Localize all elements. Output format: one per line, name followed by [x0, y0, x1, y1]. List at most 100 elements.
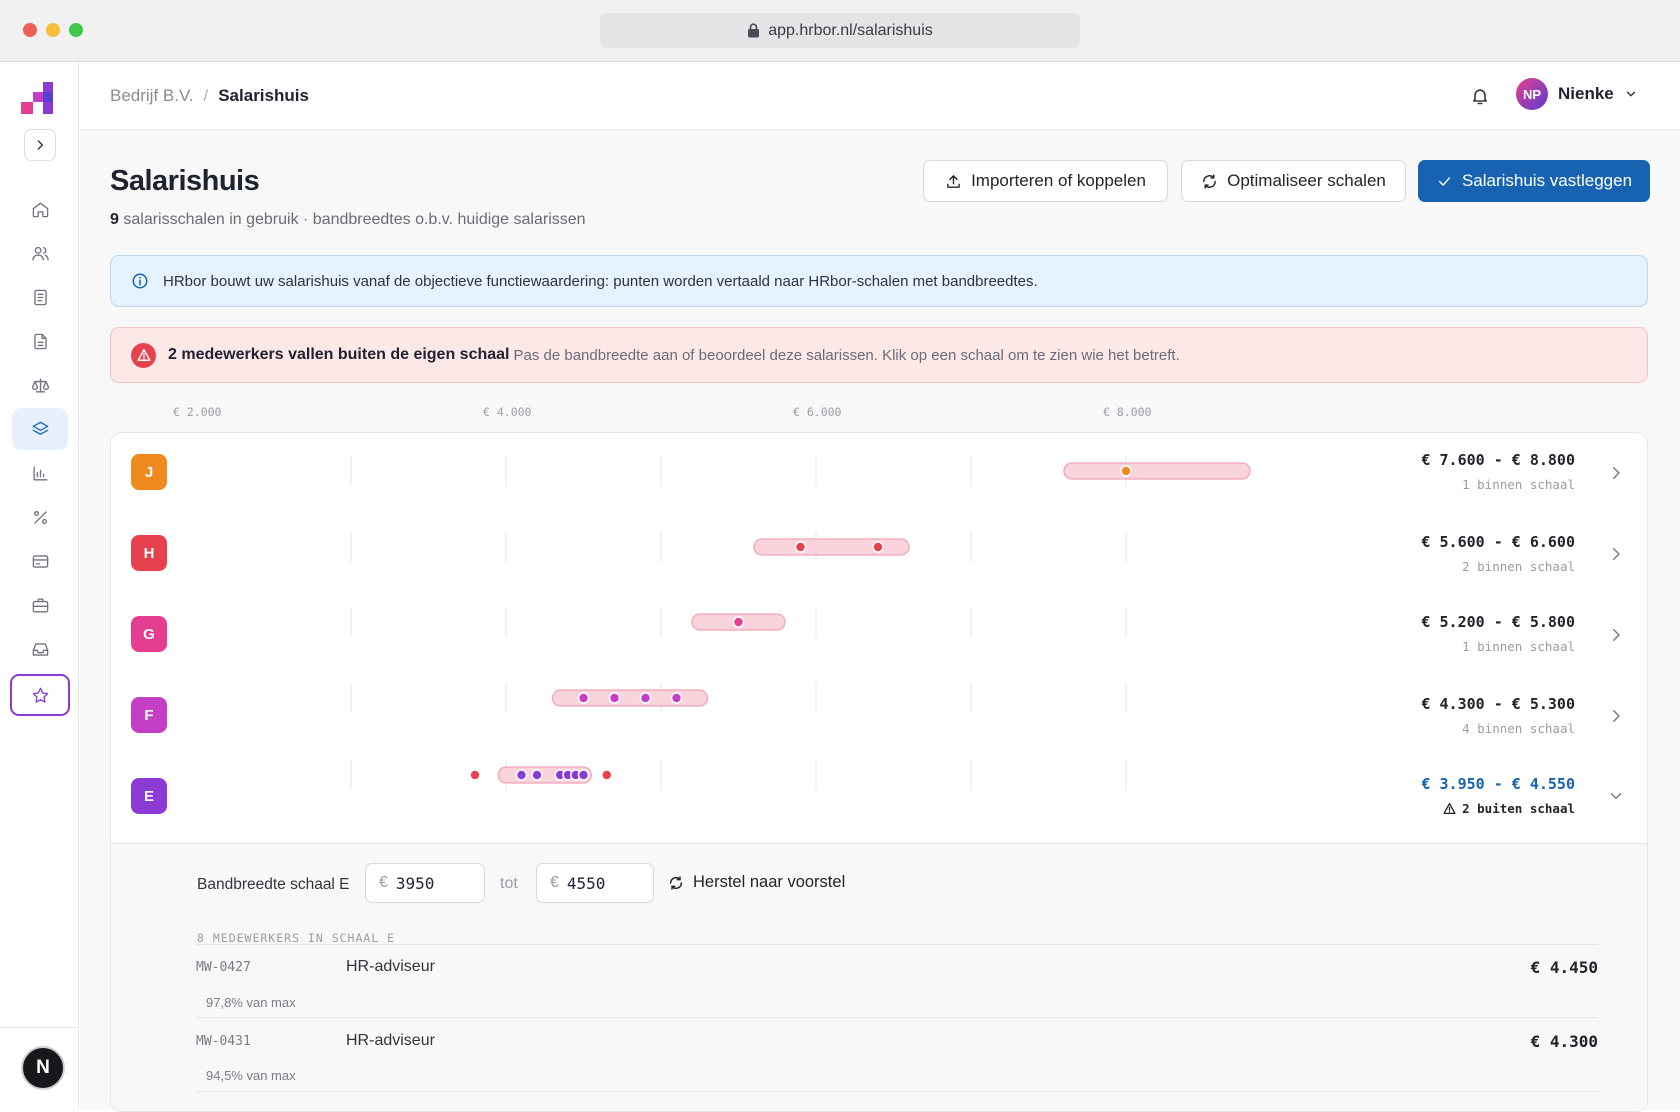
scale-status: 4 binnen schaal [1462, 721, 1575, 736]
reset-button[interactable]: Herstel naar voorstel [668, 873, 845, 892]
bar-chart-icon [32, 465, 48, 481]
browser-titlebar: app.hrbor.nl/salarishuis [0, 0, 1680, 62]
chevron-right-icon[interactable] [1607, 707, 1625, 725]
percent-icon [33, 510, 47, 524]
expand-sidebar-button[interactable] [24, 129, 56, 161]
commit-button[interactable]: Salarishuis vastleggen [1418, 160, 1650, 202]
nav-favorites[interactable] [10, 674, 70, 716]
to-label: tot [500, 875, 518, 892]
refresh-icon [669, 875, 683, 890]
import-label: Importeren of koppelen [971, 171, 1146, 190]
bandwidth-label: Bandbreedte schaal E [197, 876, 350, 893]
bell-icon[interactable] [1470, 86, 1490, 106]
check-icon [1438, 176, 1451, 186]
star-icon [32, 687, 48, 703]
reset-label: Herstel naar voorstel [693, 873, 846, 891]
chevron-right-icon[interactable] [1607, 626, 1625, 644]
lock-icon [748, 23, 760, 38]
max-salary-value: 4550 [566, 873, 606, 893]
scale-name: G [143, 625, 155, 643]
scale-range-label: € 5.600 - € 6.600 [1421, 533, 1575, 551]
chevron-right-icon [37, 140, 44, 150]
user-avatar: NP [1516, 78, 1548, 110]
alert-text: Pas de bandbreedte aan of beoordeel deze… [513, 346, 1180, 364]
chevron-down-icon [1626, 91, 1635, 97]
scale-range-label: € 4.300 - € 5.300 [1421, 695, 1575, 713]
alert-banner: 2 medewerkers vallen buiten de eigen sch… [110, 327, 1648, 383]
nav-inbox[interactable] [12, 628, 68, 670]
scale-status: 1 binnen schaal [1462, 477, 1575, 492]
optimize-button[interactable]: Optimaliseer schalen [1181, 160, 1406, 202]
logo-icon [21, 82, 53, 114]
axis-tick-label: € 8.000 [1103, 405, 1152, 419]
breadcrumb: Bedrijf B.V. / Salarishuis [110, 86, 309, 106]
page-subtitle: 9 salarisschalen in gebruik · bandbreedt… [110, 211, 586, 229]
scale-status: 1 binnen schaal [1462, 639, 1575, 654]
import-button[interactable]: Importeren of koppelen [923, 160, 1168, 202]
currency-symbol: € [379, 874, 388, 891]
max-salary-input[interactable]: € 4550 [536, 863, 654, 903]
subtitle-text: salarisschalen in gebruik · bandbreedtes… [123, 211, 586, 228]
close-window-button[interactable] [23, 23, 37, 37]
nav-jobs[interactable] [12, 584, 68, 626]
breadcrumb-company[interactable]: Bedrijf B.V. [110, 86, 193, 106]
table-row[interactable] [196, 1018, 1598, 1098]
scale-badge: H [131, 535, 167, 571]
credit-card-icon [32, 554, 48, 568]
url-text: app.hrbor.nl/salarishuis [768, 21, 933, 39]
employee-pct: 97,8% van max [206, 995, 296, 1010]
chevron-right-icon[interactable] [1607, 545, 1625, 563]
user-name: Nienke [1558, 84, 1614, 103]
nav-employees[interactable] [12, 232, 68, 274]
alert-icon-badge [131, 342, 156, 368]
min-salary-value: 3950 [395, 873, 435, 893]
chevron-down-icon[interactable] [1607, 787, 1625, 805]
scale-row-e[interactable] [111, 753, 1647, 833]
scale-name: E [143, 787, 154, 805]
currency-symbol: € [550, 874, 559, 891]
scale-row-h[interactable] [111, 513, 1647, 593]
scale-name: H [143, 544, 155, 562]
employee-pct: 94,5% van max [206, 1068, 296, 1083]
list-document-icon [33, 289, 47, 305]
employee-salary: € 4.450 [1530, 958, 1598, 977]
nav-salarishuis[interactable] [12, 408, 68, 450]
sidebar-divider [0, 1027, 79, 1028]
axis-tick-label: € 6.000 [793, 405, 842, 419]
nav-valuation[interactable] [12, 364, 68, 406]
upload-icon [947, 174, 960, 188]
refresh-icon [1203, 173, 1216, 189]
nav-functions[interactable] [12, 276, 68, 318]
users-icon [31, 246, 49, 261]
home-icon [32, 201, 48, 217]
nav-percentages[interactable] [12, 496, 68, 538]
address-bar[interactable]: app.hrbor.nl/salarishuis [600, 13, 1080, 48]
nav-home[interactable] [12, 188, 68, 230]
file-icon [33, 333, 47, 349]
minimize-window-button[interactable] [46, 23, 60, 37]
optimize-label: Optimaliseer schalen [1227, 171, 1386, 190]
commit-label: Salarishuis vastleggen [1461, 171, 1633, 190]
scale-row-g[interactable] [111, 593, 1647, 673]
employee-id: MW-0427 [196, 960, 251, 975]
user-avatar-small[interactable]: N [21, 1046, 65, 1090]
user-menu[interactable]: NP Nienke [1516, 78, 1638, 110]
scale-badge: G [131, 616, 167, 652]
employees-heading: 8 MEDEWERKERS IN SCHAAL E [197, 931, 396, 945]
zoom-window-button[interactable] [69, 23, 83, 37]
scale-row-f[interactable] [111, 673, 1647, 753]
scale-row-j[interactable] [111, 433, 1647, 513]
warning-icon [1443, 802, 1456, 815]
layers-icon [32, 421, 48, 435]
chevron-right-icon[interactable] [1607, 464, 1625, 482]
min-salary-input[interactable]: € 3950 [365, 863, 485, 903]
table-row[interactable] [196, 945, 1598, 1025]
scale-balance-icon [31, 377, 49, 393]
scale-range-label: € 7.600 - € 8.800 [1421, 451, 1575, 469]
scale-range-label: € 5.200 - € 5.800 [1421, 613, 1575, 631]
scale-status: 2 buiten schaal [1462, 801, 1575, 816]
nav-analytics[interactable] [12, 452, 68, 494]
page-title: Salarishuis [110, 165, 260, 197]
nav-documents[interactable] [12, 320, 68, 362]
nav-payments[interactable] [12, 540, 68, 582]
